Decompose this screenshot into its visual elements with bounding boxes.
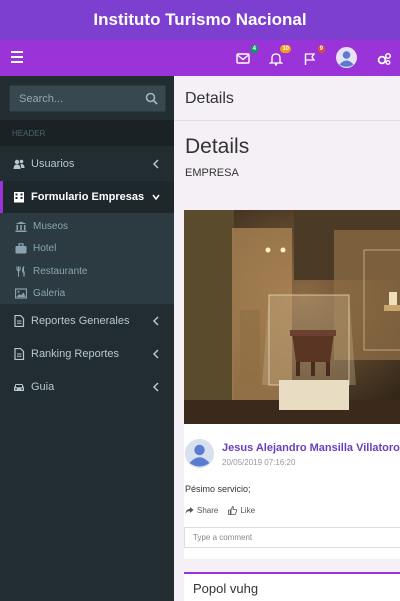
like-label: Like bbox=[240, 506, 256, 515]
sidebar-item-reportes-generales[interactable]: Reportes Generales bbox=[0, 305, 174, 337]
briefcase-icon bbox=[15, 243, 27, 254]
car-icon bbox=[14, 384, 24, 391]
envelope-icon bbox=[236, 53, 250, 64]
museum-exhibit-image bbox=[184, 210, 400, 424]
flags-button[interactable]: 9 bbox=[302, 45, 325, 67]
sidebar-search bbox=[9, 85, 166, 112]
sidebar-subitem-hotel[interactable]: Hotel bbox=[0, 238, 174, 260]
building-icon bbox=[14, 192, 24, 203]
submenu-formulario-empresas: Museos Hotel Restaurante Galeria bbox=[0, 213, 174, 304]
search-icon[interactable] bbox=[145, 92, 158, 105]
sidebar-item-guia[interactable]: Guia bbox=[0, 371, 174, 403]
sidebar: HEADER Usuarios Formulario Empresas Muse… bbox=[0, 76, 174, 601]
sidebar-item-label: Guia bbox=[31, 381, 55, 393]
sidebar-subitem-label: Galeria bbox=[33, 288, 66, 299]
search-input[interactable] bbox=[10, 86, 140, 111]
app-title-bar: Instituto Turismo Nacional bbox=[0, 0, 400, 40]
sidebar-item-label: Usuarios bbox=[31, 158, 75, 170]
flags-badge: 9 bbox=[317, 45, 325, 53]
sidebar-subitem-label: Hotel bbox=[33, 243, 57, 254]
sidebar-subitem-galeria[interactable]: Galeria bbox=[0, 283, 174, 305]
page-title: Details bbox=[185, 135, 250, 158]
notifications-button[interactable]: 10 bbox=[268, 45, 291, 67]
sidebar-subitem-museos[interactable]: Museos bbox=[0, 216, 174, 238]
post-timestamp: 20/05/2019 07:16:20 bbox=[222, 458, 296, 467]
share-icon bbox=[185, 507, 194, 514]
like-button[interactable]: Like bbox=[228, 506, 255, 515]
sidebar-item-formulario-empresas[interactable]: Formulario Empresas bbox=[0, 181, 174, 213]
chevron-left-icon bbox=[152, 316, 159, 326]
gears-icon bbox=[377, 52, 392, 65]
sidebar-item-label: Formulario Empresas bbox=[31, 191, 145, 203]
thumbs-up-icon bbox=[228, 506, 238, 515]
sidebar-item-ranking-reportes[interactable]: Ranking Reportes bbox=[0, 338, 174, 370]
picture-icon bbox=[15, 288, 27, 299]
post-photo[interactable] bbox=[184, 210, 400, 424]
sidebar-subitem-restaurante[interactable]: Restaurante bbox=[0, 261, 174, 283]
flag-icon bbox=[304, 53, 316, 65]
chevron-left-icon bbox=[152, 159, 159, 169]
chevron-left-icon bbox=[152, 349, 159, 359]
post-card: Jesus Alejandro Mansilla Villatoro 20/05… bbox=[184, 210, 400, 559]
sidebar-item-label: Reportes Generales bbox=[31, 315, 130, 327]
file-icon bbox=[14, 315, 25, 327]
sidebar-subitem-label: Restaurante bbox=[33, 266, 88, 277]
divider bbox=[174, 120, 400, 121]
user-avatar-icon bbox=[336, 47, 357, 68]
sidebar-header: HEADER bbox=[0, 120, 174, 146]
review-box: Popol vuhg bbox=[184, 572, 400, 601]
file-icon bbox=[14, 348, 25, 360]
main-content: Details Details EMPRESA Jesus Alejandro … bbox=[174, 76, 400, 601]
menu-toggle-icon[interactable] bbox=[11, 51, 23, 63]
chevron-down-icon bbox=[152, 194, 160, 201]
cutlery-icon bbox=[16, 266, 25, 277]
bell-icon bbox=[269, 53, 283, 66]
sidebar-item-usuarios[interactable]: Usuarios bbox=[0, 148, 174, 180]
messages-button[interactable]: 4 bbox=[235, 45, 258, 67]
avatar bbox=[185, 439, 214, 468]
chevron-left-icon bbox=[152, 382, 159, 392]
share-label: Share bbox=[197, 506, 219, 515]
user-avatar-icon bbox=[185, 439, 214, 468]
settings-button[interactable] bbox=[376, 49, 394, 67]
page-subtitle: EMPRESA bbox=[185, 167, 239, 179]
share-button[interactable]: Share bbox=[185, 506, 218, 515]
app-title: Instituto Turismo Nacional bbox=[93, 10, 307, 29]
user-menu-button[interactable] bbox=[336, 47, 357, 68]
post-actions: Share Like bbox=[185, 506, 255, 515]
bank-icon bbox=[15, 221, 27, 232]
post-comment: Pésimo servicio; bbox=[185, 484, 251, 494]
sidebar-item-label: Ranking Reportes bbox=[31, 348, 120, 360]
users-icon bbox=[13, 159, 25, 169]
top-navbar: 4 10 9 bbox=[0, 40, 400, 76]
notifications-badge: 10 bbox=[280, 45, 291, 53]
post-author[interactable]: Jesus Alejandro Mansilla Villatoro bbox=[222, 442, 400, 454]
comment-input[interactable] bbox=[184, 527, 400, 548]
messages-badge: 4 bbox=[250, 45, 258, 53]
review-box-title: Popol vuhg bbox=[193, 581, 259, 596]
content-header-title: Details bbox=[185, 90, 234, 107]
sidebar-subitem-label: Museos bbox=[33, 221, 69, 232]
